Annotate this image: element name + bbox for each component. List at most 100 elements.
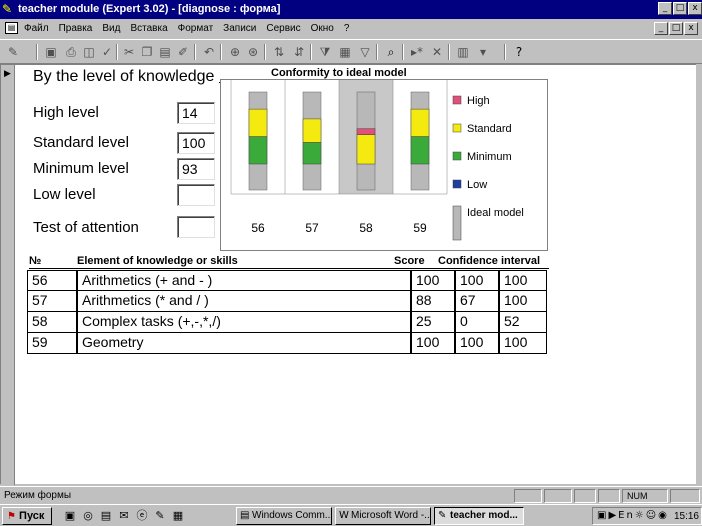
cell-confidence-high[interactable]: 100 (499, 291, 547, 312)
vertical-scrollbar[interactable] (696, 64, 702, 484)
cell-element[interactable]: Arithmetics (+ and - ) (77, 270, 411, 291)
cell-confidence-high[interactable]: 52 (499, 312, 547, 333)
table-row[interactable]: 59 Geometry 100 100 100 (27, 333, 547, 354)
menu-item[interactable]: Формат (178, 23, 214, 34)
menu-item[interactable]: ? (344, 23, 350, 34)
bar-minimum (410, 136, 430, 165)
apply-filter-icon[interactable]: ▽ (356, 43, 374, 61)
standard-level-field[interactable]: 100 (177, 132, 215, 154)
cell-number[interactable]: 58 (27, 312, 77, 333)
cell-score[interactable]: 100 (411, 333, 455, 354)
bar-standard (248, 108, 268, 137)
cell-confidence-low[interactable]: 100 (455, 270, 499, 291)
high-level-field[interactable]: 14 (177, 102, 215, 124)
database-window-icon[interactable]: ▥ (454, 43, 472, 61)
menu-item[interactable]: Вид (102, 23, 120, 34)
new-object-icon[interactable]: ▾ (474, 43, 492, 61)
window-title: teacher module (Expert 3.02) - [diagnose… (18, 3, 281, 15)
menu-item[interactable]: Файл (24, 23, 49, 34)
start-button[interactable]: ⚑ Пуск (2, 507, 52, 525)
new-record-icon[interactable]: ▸* (408, 43, 426, 61)
cut-icon[interactable]: ✂ (120, 43, 138, 61)
cell-score[interactable]: 100 (411, 270, 455, 291)
task-windows-commander[interactable]: ▤ Windows Comm... (236, 507, 332, 525)
delete-record-icon[interactable]: ✕ (428, 43, 446, 61)
mdi-minimize-button[interactable]: _ (654, 22, 668, 35)
mdi-maximize-button[interactable]: □ (669, 22, 683, 35)
minimum-level-field[interactable]: 93 (177, 158, 215, 180)
menu-item[interactable]: Записи (223, 23, 256, 34)
cell-confidence-low[interactable]: 0 (455, 312, 499, 333)
quicklaunch-save-icon[interactable]: ▤ (98, 508, 114, 524)
record-selector[interactable]: ▶ (1, 65, 15, 485)
system-tray: ▣▶En☼☺◉ 15:16 (592, 507, 702, 525)
format-painter-icon[interactable]: ✐ (174, 43, 192, 61)
cell-number[interactable]: 56 (27, 270, 77, 291)
minimize-button[interactable]: _ (658, 2, 672, 15)
language-indicator[interactable]: En (618, 510, 635, 521)
find-icon[interactable]: ⌕ (382, 43, 400, 61)
cell-element[interactable]: Geometry (77, 333, 411, 354)
cell-confidence-high[interactable]: 100 (499, 333, 547, 354)
web-toolbar-icon[interactable]: ⊛ (244, 43, 262, 61)
cell-score[interactable]: 88 (411, 291, 455, 312)
quicklaunch-mail-icon[interactable]: ✉ (116, 508, 132, 524)
header-number: № (29, 255, 42, 267)
save-icon[interactable]: ▣ (42, 43, 60, 61)
design-view-icon[interactable]: ✎ (4, 43, 22, 61)
document-icon[interactable]: ▤ (5, 22, 18, 34)
cell-confidence-low[interactable]: 67 (455, 291, 499, 312)
cell-number[interactable]: 59 (27, 333, 77, 354)
undo-icon[interactable]: ↶ (200, 43, 218, 61)
task-microsoft-word[interactable]: W Microsoft Word -... (335, 507, 431, 525)
task-teacher-module[interactable]: ✎ teacher mod... (434, 507, 524, 525)
test-of-attention-field[interactable] (177, 216, 215, 238)
quicklaunch-desktop-icon[interactable]: ▣ (62, 508, 78, 524)
quicklaunch-edit-icon[interactable]: ✎ (152, 508, 168, 524)
sort-ascending-icon[interactable]: ⇅ (270, 43, 288, 61)
quicklaunch-browser-icon[interactable]: ◎ (80, 508, 96, 524)
menu-item[interactable]: Окно (311, 23, 334, 34)
print-icon[interactable]: ⎙ (62, 43, 80, 61)
header-confidence: Confidence interval (438, 255, 541, 267)
maximize-button[interactable]: □ (673, 2, 687, 15)
task-label: Windows Comm... (252, 510, 332, 521)
tray-icons[interactable]: ▣▶En☼☺◉ (597, 510, 669, 521)
knowledge-title: By the level of knowledge (33, 68, 215, 85)
cell-number[interactable]: 57 (27, 291, 77, 312)
menu-item[interactable]: Правка (59, 23, 93, 34)
chart-svg: 56 57 58 59 High Standard Minimum Low Ideal mode… (230, 80, 524, 241)
cell-element[interactable]: Arithmetics (* and / ) (77, 291, 411, 312)
label-minimum-level: Minimum level (33, 160, 129, 177)
low-level-field[interactable] (177, 184, 215, 206)
quicklaunch-word-icon[interactable]: ▦ (170, 508, 186, 524)
label-high-level: High level (33, 104, 99, 121)
close-button[interactable]: x (688, 2, 702, 15)
copy-icon[interactable]: ❐ (138, 43, 156, 61)
app-icon[interactable]: ✎ (2, 2, 12, 16)
help-icon[interactable]: ? (510, 43, 528, 61)
sort-descending-icon[interactable]: ⇵ (290, 43, 308, 61)
cell-score[interactable]: 25 (411, 312, 455, 333)
cell-confidence-high[interactable]: 100 (499, 270, 547, 291)
table-row[interactable]: 56 Arithmetics (+ and - ) 100 100 100 (27, 270, 547, 291)
bar-minimum (248, 136, 268, 165)
filter-by-form-icon[interactable]: ▦ (336, 43, 354, 61)
cell-element[interactable]: Complex tasks (+,-,*,/) (77, 312, 411, 333)
clock[interactable]: 15:16 (674, 511, 699, 522)
quicklaunch-ie-icon[interactable]: ⓔ (134, 508, 150, 524)
cell-confidence-low[interactable]: 100 (455, 333, 499, 354)
windows-logo-icon: ⚑ (7, 511, 16, 522)
table-row[interactable]: 57 Arithmetics (* and / ) 88 67 100 (27, 291, 547, 312)
mdi-close-button[interactable]: x (684, 22, 698, 35)
print-preview-icon[interactable]: ◫ (80, 43, 98, 61)
spelling-icon[interactable]: ✓ (98, 43, 116, 61)
menu-item[interactable]: Вставка (130, 23, 167, 34)
table-row[interactable]: 58 Complex tasks (+,-,*,/) 25 0 52 (27, 312, 547, 333)
status-panel (670, 489, 700, 503)
legend-label: Low (467, 179, 487, 191)
filter-by-selection-icon[interactable]: ⧩ (316, 43, 334, 61)
menu-item[interactable]: Сервис (266, 23, 300, 34)
insert-hyperlink-icon[interactable]: ⊕ (226, 43, 244, 61)
paste-icon[interactable]: ▤ (156, 43, 174, 61)
